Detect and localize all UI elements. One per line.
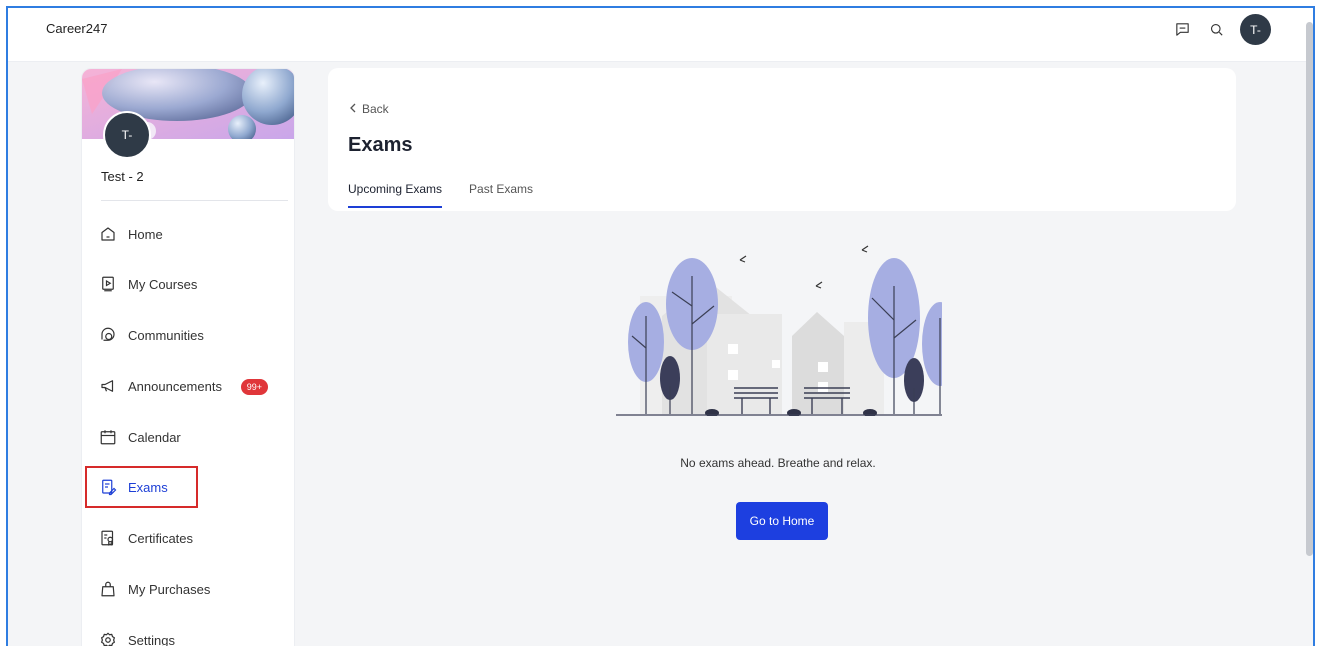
sidebar-item-announcements[interactable]: Announcements 99+ <box>98 373 280 399</box>
sidebar-item-communities[interactable]: Communities <box>98 322 280 348</box>
sidebar-item-label: My Courses <box>128 276 198 292</box>
sidebar-item-exams[interactable]: Exams <box>98 474 280 500</box>
sidebar-item-label: Calendar <box>128 429 181 445</box>
sidebar-item-my-purchases[interactable]: My Purchases <box>98 576 280 602</box>
empty-state-message: No exams ahead. Breathe and relax. <box>680 456 876 470</box>
brand-name: Career247 <box>46 21 108 36</box>
sidebar-item-calendar[interactable]: Calendar <box>98 424 280 450</box>
sidebar-item-home[interactable]: Home <box>98 221 280 247</box>
page-header-card: Back Exams Upcoming Exams Past Exams <box>328 68 1236 211</box>
play-book-icon <box>98 274 118 294</box>
sidebar-item-certificates[interactable]: Certificates <box>98 525 280 551</box>
sidebar-item-label: My Purchases <box>128 581 211 597</box>
sidebar-item-label: Settings <box>128 632 175 646</box>
certificate-icon <box>98 528 118 548</box>
chat-bubbles-icon <box>98 325 118 345</box>
sidebar-item-my-courses[interactable]: My Courses <box>98 271 280 297</box>
tab-past-exams[interactable]: Past Exams <box>469 182 533 208</box>
tab-upcoming-exams[interactable]: Upcoming Exams <box>348 182 443 208</box>
megaphone-icon <box>98 376 118 396</box>
gear-icon <box>98 630 118 646</box>
user-avatar[interactable]: T- <box>1240 14 1271 45</box>
profile-avatar[interactable]: T- <box>103 111 151 159</box>
go-to-home-button[interactable]: Go to Home <box>736 502 828 540</box>
calendar-icon <box>98 427 118 447</box>
home-icon <box>98 224 118 244</box>
app-window: Career247 T- T- Test - 2 Home My Courses… <box>6 6 1315 646</box>
back-label: Back <box>362 102 389 116</box>
notification-badge: 99+ <box>240 379 268 395</box>
search-icon[interactable] <box>1206 20 1226 40</box>
sidebar-item-label: Certificates <box>128 530 194 546</box>
top-actions: T- <box>1172 14 1271 45</box>
chat-icon[interactable] <box>1172 20 1192 40</box>
sidebar-item-label: Announcements <box>128 378 222 394</box>
shopping-bag-icon <box>98 579 118 599</box>
page-title: Exams <box>348 134 413 156</box>
empty-state-illustration <box>612 236 958 417</box>
exam-tabs: Upcoming Exams Past Exams <box>348 182 533 208</box>
sidebar: T- Test - 2 Home My Courses Communities … <box>81 68 295 646</box>
top-bar: Career247 T- <box>8 8 1313 62</box>
exam-edit-icon <box>98 477 118 497</box>
sidebar-item-label: Exams <box>128 479 168 495</box>
profile-name: Test - 2 <box>101 169 144 184</box>
back-link[interactable]: Back <box>348 102 389 116</box>
sidebar-item-label: Communities <box>128 327 204 343</box>
scrollbar[interactable] <box>1306 22 1313 556</box>
sidebar-item-label: Home <box>128 226 163 242</box>
chevron-left-icon <box>348 102 358 116</box>
sidebar-item-settings[interactable]: Settings <box>98 627 280 646</box>
divider <box>101 200 288 201</box>
